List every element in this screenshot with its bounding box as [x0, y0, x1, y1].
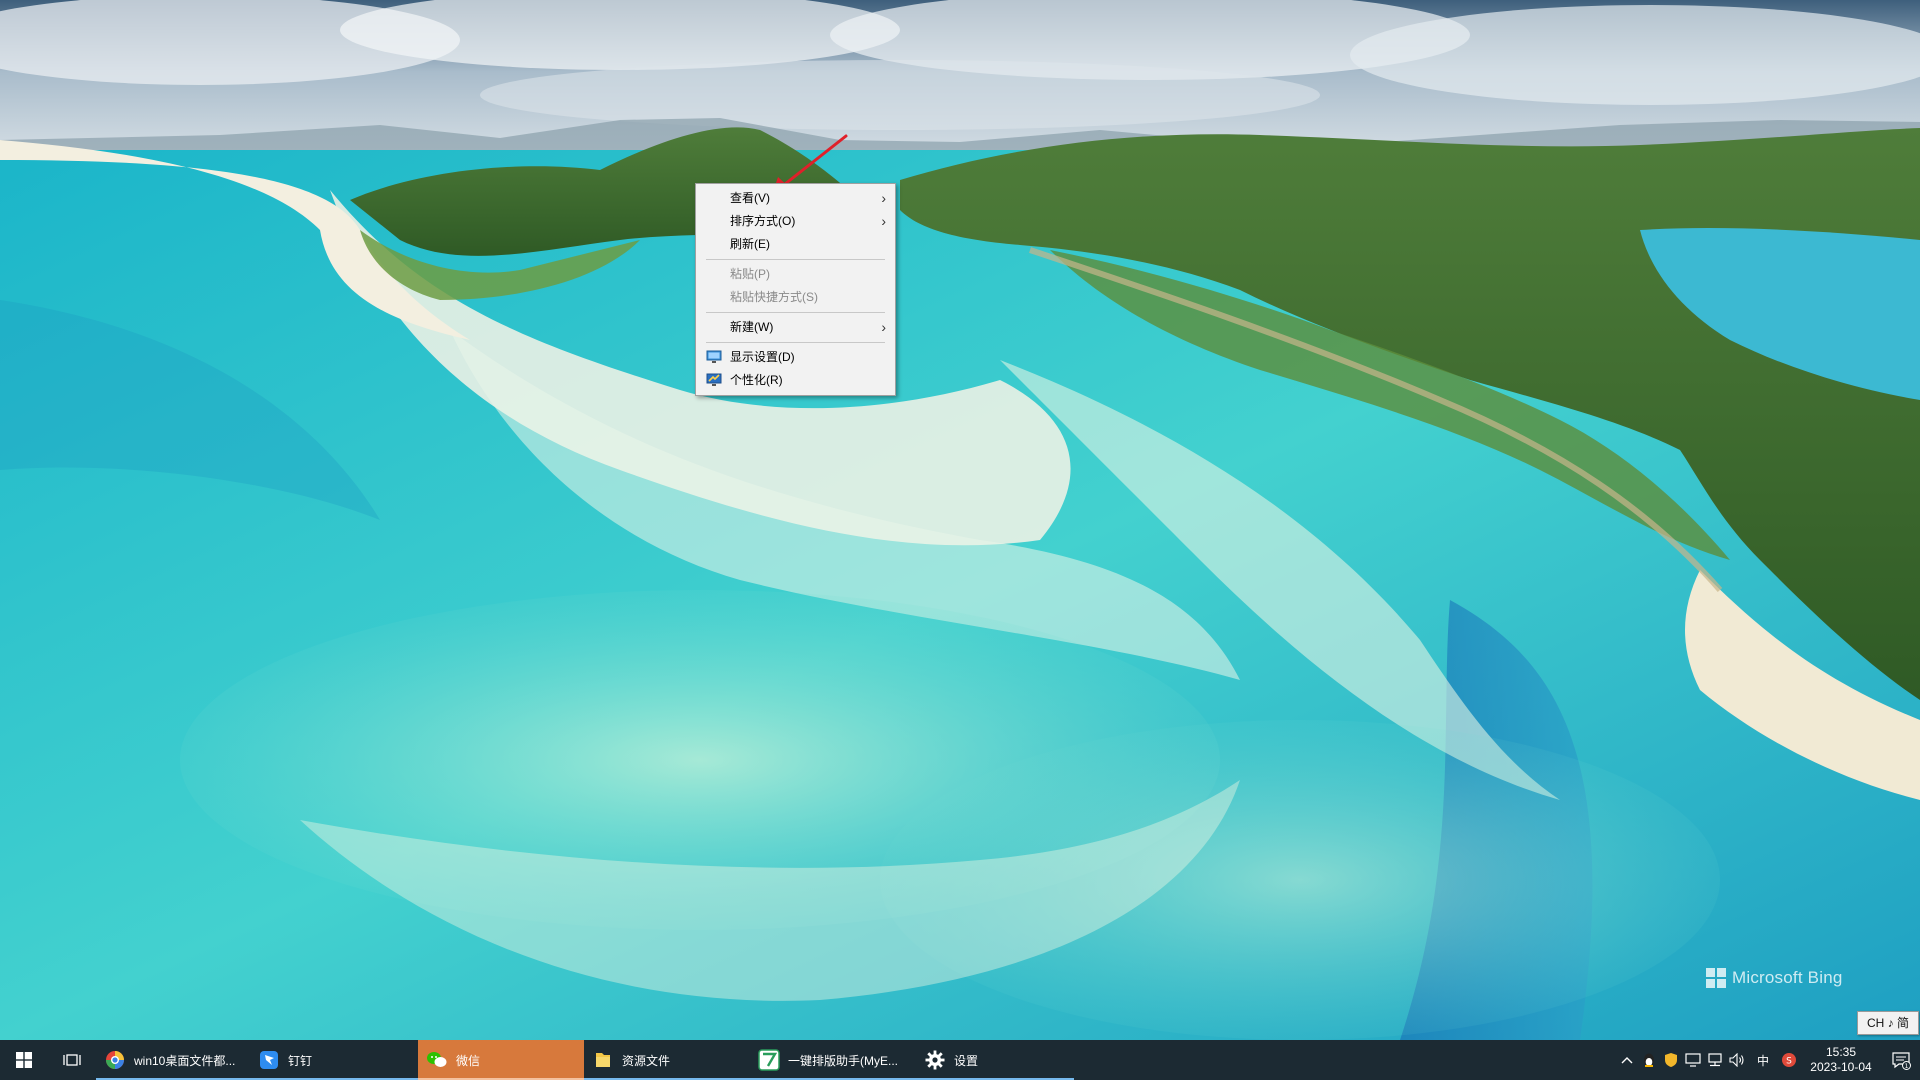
notification-icon: 1 — [1892, 1052, 1911, 1070]
screen-tray-button[interactable] — [1682, 1040, 1704, 1080]
chevron-right-icon: › — [881, 319, 886, 335]
taskbar-app-label: win10桌面文件都... — [134, 1053, 236, 1068]
speaker-icon — [1729, 1053, 1744, 1067]
menu-separator — [706, 312, 885, 313]
menu-item-label: 新建(W) — [730, 320, 774, 334]
security-tray-button[interactable] — [1660, 1040, 1682, 1080]
wallpaper-image — [0, 0, 1920, 1040]
sogou-input-icon: S — [1782, 1053, 1796, 1067]
browser-icon — [104, 1049, 126, 1071]
network-icon — [1708, 1053, 1722, 1067]
dingtalk-icon — [258, 1049, 280, 1071]
taskbar-app-layout-assistant[interactable]: 一键排版助手(MyE... — [750, 1040, 916, 1080]
gear-icon — [924, 1049, 946, 1071]
menu-item-personalize[interactable]: 个性化(R) — [696, 369, 895, 392]
penguin-icon — [1644, 1053, 1654, 1067]
taskbar-app-label: 微信 — [456, 1053, 481, 1068]
ime-language-button[interactable]: 中 — [1748, 1040, 1778, 1080]
bing-watermark: Microsoft Bing — [1706, 968, 1843, 988]
taskbar-app-wechat[interactable]: 微信 — [418, 1040, 584, 1080]
desktop-context-menu: 查看(V) › 排序方式(O) › 刷新(E) 粘贴(P) 粘贴快捷方式(S) … — [695, 183, 896, 396]
chevron-right-icon: › — [881, 213, 886, 229]
menu-item-label: 排序方式(O) — [730, 214, 796, 228]
menu-item-label: 粘贴(P) — [730, 267, 770, 281]
taskbar-app-label: 钉钉 — [288, 1053, 313, 1068]
menu-item-sort-by[interactable]: 排序方式(O) › — [696, 210, 895, 233]
input-method-tray-button[interactable]: S — [1778, 1040, 1800, 1080]
menu-separator — [706, 342, 885, 343]
wechat-icon — [426, 1049, 448, 1071]
taskbar-app-label: 资源文件 — [622, 1053, 671, 1068]
chevron-right-icon: › — [881, 190, 886, 206]
clock[interactable]: 15:35 2023-10-04 — [1800, 1045, 1882, 1075]
system-tray: 中 S 15:35 2023-10-04 1 — [1616, 1040, 1920, 1080]
personalize-icon — [706, 373, 722, 386]
windows-logo-icon — [16, 1052, 32, 1068]
shield-icon — [1665, 1053, 1677, 1067]
taskbar-app-settings[interactable]: 设置 — [916, 1040, 1074, 1080]
menu-item-label: 显示设置(D) — [730, 350, 795, 364]
volume-tray-button[interactable] — [1726, 1040, 1748, 1080]
show-hidden-icons-button[interactable] — [1616, 1040, 1638, 1080]
action-center-button[interactable]: 1 — [1882, 1040, 1920, 1080]
qq-tray-button[interactable] — [1638, 1040, 1660, 1080]
clock-time: 15:35 — [1825, 1045, 1857, 1059]
clock-date: 2023-10-04 — [1810, 1060, 1872, 1074]
taskbar-app-label: 设置 — [954, 1053, 979, 1068]
chevron-up-icon — [1621, 1057, 1633, 1064]
taskbar-app-dingtalk[interactable]: 钉钉 — [250, 1040, 418, 1080]
menu-item-label: 个性化(R) — [730, 373, 783, 387]
svg-text:S: S — [1786, 1057, 1792, 1067]
monitor-icon — [1685, 1053, 1701, 1067]
taskbar-app-browser[interactable]: win10桌面文件都... — [96, 1040, 250, 1080]
menu-item-refresh[interactable]: 刷新(E) — [696, 233, 895, 256]
menu-item-label: 刷新(E) — [730, 237, 770, 251]
notification-count: 1 — [1905, 1063, 1909, 1070]
menu-item-paste: 粘贴(P) — [696, 263, 895, 286]
layout-assistant-icon — [758, 1049, 780, 1071]
menu-item-paste-shortcut: 粘贴快捷方式(S) — [696, 286, 895, 309]
ime-mode-popup[interactable]: CH ♪ 简 — [1857, 1011, 1919, 1035]
folder-icon — [592, 1049, 614, 1071]
menu-item-new[interactable]: 新建(W) › — [696, 316, 895, 339]
ime-label: 中 — [1756, 1053, 1769, 1068]
network-tray-button[interactable] — [1704, 1040, 1726, 1080]
bing-logo-icon — [1706, 968, 1726, 988]
menu-separator — [706, 259, 885, 260]
menu-item-label: 粘贴快捷方式(S) — [730, 290, 818, 304]
taskbar: win10桌面文件都... 钉钉 微信 资源文件 一键排版助手(MyE... 设… — [0, 1040, 1920, 1080]
taskbar-app-folder[interactable]: 资源文件 — [584, 1040, 750, 1080]
task-view-icon — [63, 1054, 81, 1066]
watermark-text: Microsoft Bing — [1732, 968, 1843, 987]
start-button[interactable] — [0, 1040, 48, 1080]
menu-item-view[interactable]: 查看(V) › — [696, 187, 895, 210]
task-view-button[interactable] — [48, 1040, 96, 1080]
display-settings-icon — [706, 350, 722, 363]
menu-item-display-settings[interactable]: 显示设置(D) — [696, 346, 895, 369]
menu-item-label: 查看(V) — [730, 191, 770, 205]
taskbar-app-label: 一键排版助手(MyE... — [788, 1053, 898, 1068]
desktop-wallpaper[interactable]: Microsoft Bing 查看(V) › 排序方式(O) › 刷新(E) 粘… — [0, 0, 1920, 1040]
